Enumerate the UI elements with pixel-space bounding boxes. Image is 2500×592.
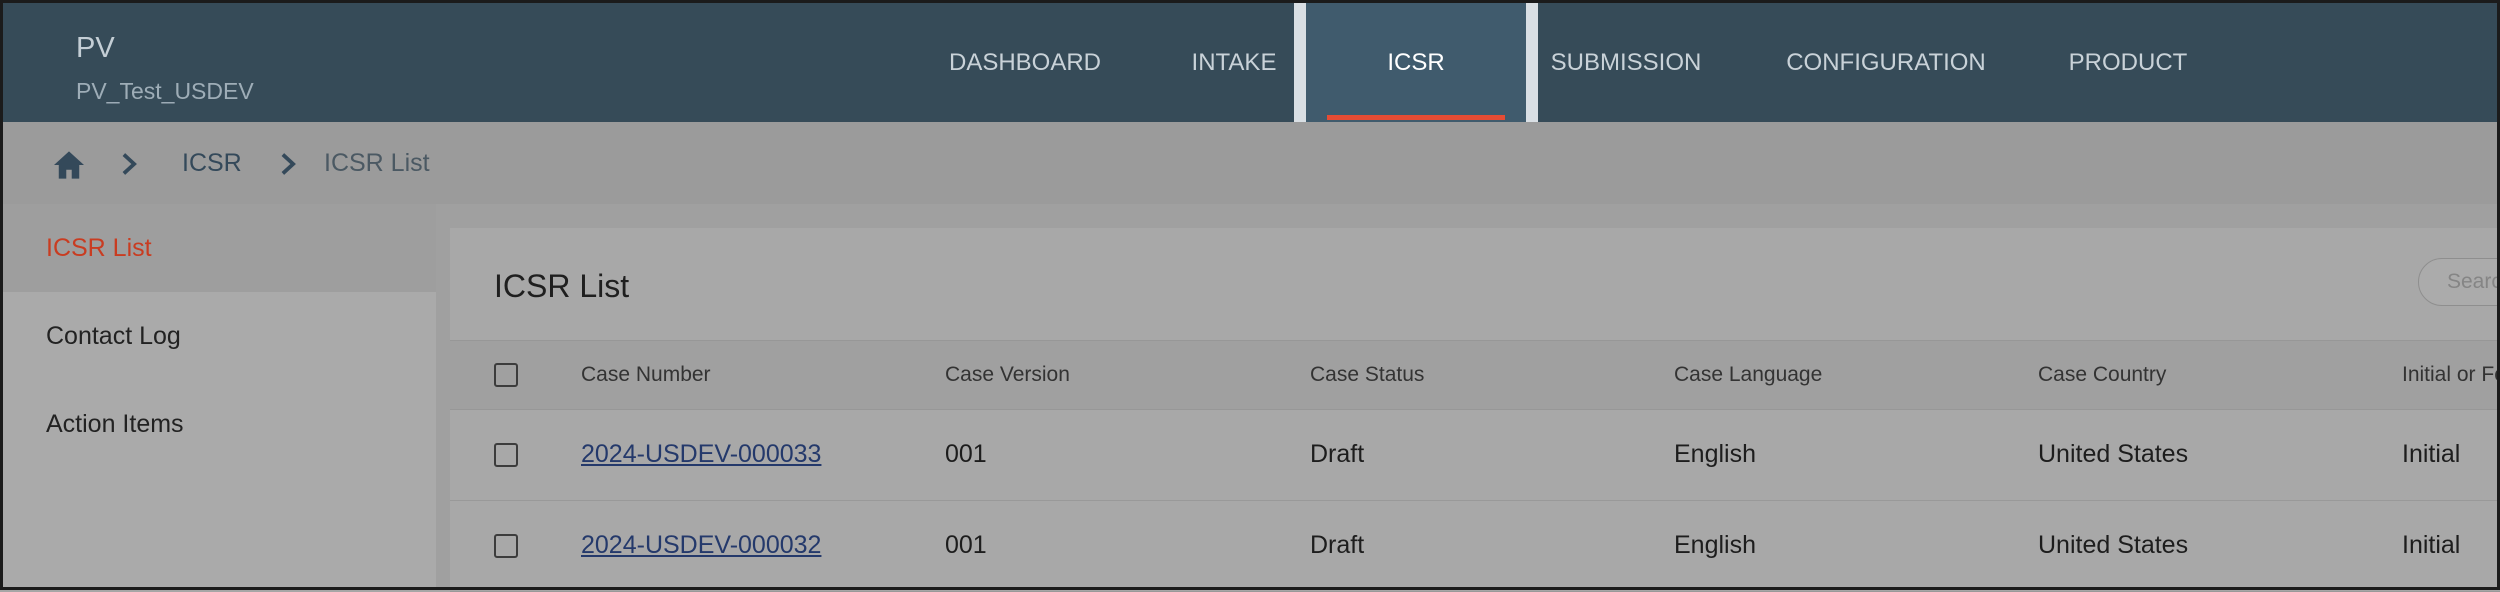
nav-product[interactable]: PRODUCT (2058, 0, 2198, 122)
row-select-cell (494, 409, 518, 500)
case-number-cell: 2024-USDEV-000033 (581, 409, 821, 500)
icsr-list-card: ICSR List Case Number Case Version Case … (450, 228, 2500, 592)
row-select-cell (494, 500, 518, 591)
breadcrumb: ICSR ICSR List (0, 122, 2500, 204)
row-checkbox[interactable] (494, 442, 518, 467)
case-number-link[interactable]: 2024-USDEV-000033 (581, 440, 821, 469)
main-content: ICSR List Case Number Case Version Case … (436, 204, 2500, 592)
brand-block: PV PV_Test_USDEV (76, 30, 254, 106)
table-row: 2024-USDEV-000033 001 Draft English Unit… (450, 409, 2500, 501)
nav-icsr[interactable]: ICSR (1306, 0, 1526, 122)
initial-followup-cell: Initial (2402, 531, 2461, 559)
column-header-case-country[interactable]: Case Country (2038, 341, 2166, 409)
case-country-cell: United States (2038, 531, 2189, 559)
case-version-cell: 001 (945, 531, 987, 559)
page-title: ICSR List (494, 268, 630, 304)
nav-configuration[interactable]: CONFIGURATION (1776, 0, 1996, 122)
sidebar-item-icsr-list[interactable]: ICSR List (0, 204, 436, 292)
case-version-cell: 001 (945, 440, 987, 468)
sidebar-item-contact-log[interactable]: Contact Log (0, 292, 436, 380)
table-row: 2024-USDEV-000032 001 Draft English Unit… (450, 500, 2500, 592)
column-header-case-number[interactable]: Case Number (581, 341, 711, 409)
select-all-checkbox[interactable] (494, 363, 518, 387)
case-language-cell: English (1674, 440, 1756, 468)
nav-submission[interactable]: SUBMISSION (1535, 0, 1717, 122)
initial-followup-cell: Initial (2402, 440, 2461, 468)
sidebar-item-action-items[interactable]: Action Items (0, 380, 436, 468)
breadcrumb-icsr[interactable]: ICSR (182, 122, 242, 204)
chevron-right-icon (122, 153, 137, 175)
case-number-cell: 2024-USDEV-000032 (581, 500, 821, 591)
case-number-link[interactable]: 2024-USDEV-000032 (581, 531, 821, 560)
column-header-case-language[interactable]: Case Language (1674, 341, 1822, 409)
breadcrumb-icsr-list: ICSR List (324, 149, 430, 177)
case-status-cell: Draft (1310, 531, 1365, 559)
search-input[interactable] (2418, 258, 2500, 306)
table-header: Case Number Case Version Case Status Cas… (450, 340, 2500, 410)
column-header-initial-followup[interactable]: Initial or Follow-up (2402, 341, 2500, 409)
nav-dashboard[interactable]: DASHBOARD (925, 0, 1125, 122)
column-header-case-version[interactable]: Case Version (945, 341, 1070, 409)
case-country-cell: United States (2038, 440, 2189, 468)
column-header-case-status[interactable]: Case Status (1310, 341, 1424, 409)
row-checkbox[interactable] (494, 533, 518, 558)
case-status-cell: Draft (1310, 440, 1365, 468)
home-icon[interactable] (52, 150, 86, 180)
top-navigation-bar: PV PV_Test_USDEV DASHBOARD INTAKE ICSR S… (0, 0, 2500, 122)
nav-intake[interactable]: INTAKE (1158, 0, 1310, 122)
select-all-cell (494, 341, 518, 409)
environment-name: PV_Test_USDEV (76, 78, 254, 104)
case-language-cell: English (1674, 531, 1756, 559)
chevron-right-icon (281, 153, 296, 175)
app-name: PV (76, 32, 115, 64)
sidebar: ICSR List Contact Log Action Items (0, 204, 436, 590)
